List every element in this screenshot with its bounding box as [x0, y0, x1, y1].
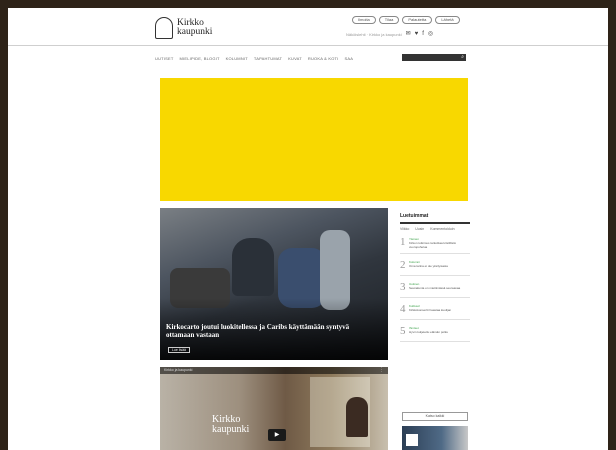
hero-title[interactable]: Kirkocarto joutui luokitellessa ja Carib… — [166, 323, 366, 339]
list-item-number: 5 — [400, 325, 406, 337]
tab-newest[interactable]: Uusin — [415, 227, 424, 231]
nav-item-saa[interactable]: SAA — [345, 56, 354, 61]
instagram-icon[interactable]: ◎ — [428, 30, 433, 38]
list-item[interactable]: 3 Uutinen Seurakunta on miettimässä seur… — [400, 282, 470, 298]
top-button-1[interactable]: Ilmoita — [352, 16, 376, 24]
sidebar-ad-logo — [406, 434, 418, 446]
list-item[interactable]: 5 Ihmiset Hyvin kuljetettu elämän polku — [400, 326, 470, 342]
video-logo-line-2: kaupunki — [212, 424, 250, 435]
top-button-3[interactable]: Palautetta — [402, 16, 433, 24]
heart-icon[interactable]: ♥ — [415, 30, 419, 38]
hero-article[interactable]: Kirkocarto joutui luokitellessa ja Carib… — [160, 208, 388, 360]
nav-item-tapahtumat[interactable]: TAPAHTUMAT — [254, 56, 282, 61]
hero-read-more-button[interactable]: Lue lisää — [168, 347, 190, 353]
play-icon: ▶ — [274, 432, 280, 438]
popular-title: Luetuimmat — [400, 213, 429, 219]
popular-tabs: Viikko Uusin Kommentoiduin — [400, 227, 470, 231]
hero-photo-person-1 — [232, 238, 274, 296]
mail-icon[interactable]: ✉ — [406, 30, 411, 38]
top-buttons: Ilmoita Tilaa Palautetta Lähetä — [352, 16, 460, 24]
page: Kirkko kaupunki Ilmoita Tilaa Palautetta… — [8, 8, 608, 450]
list-item-text[interactable]: Hyvin kuljetettu elämän polku — [409, 330, 470, 334]
search-input[interactable] — [405, 55, 462, 60]
video-top-bar: Kirkko ja kaupunki ⋮ — [160, 367, 388, 374]
nav-item-kolumnit[interactable]: KOLUMNIT — [226, 56, 248, 61]
list-item-text[interactable]: Kirkkokonsertti haastaa kuulijan — [409, 308, 470, 312]
top-button-4[interactable]: Lähetä — [435, 16, 460, 24]
logo-text: Kirkko kaupunki — [177, 18, 213, 37]
logo-line-2: kaupunki — [177, 27, 213, 37]
tab-commented[interactable]: Kommentoiduin — [430, 227, 454, 231]
list-item-number: 1 — [400, 236, 406, 248]
top-button-2[interactable]: Tilaa — [378, 16, 400, 24]
more-icon[interactable]: ⋮ — [379, 367, 384, 373]
show-all-button[interactable]: Katso kaikki — [402, 412, 468, 421]
social-row: Näköislehti · Kirkko ja kaupunki ✉ ♥ f ◎ — [346, 30, 433, 38]
subtext[interactable]: Näköislehti · Kirkko ja kaupunki — [346, 32, 402, 37]
main-nav: UUTISET MIELIPIDE, BLOGIT KOLUMNIT TAPAH… — [155, 56, 353, 61]
list-item[interactable]: 2 Kolumni Oma tarina ei ole yksityisasia — [400, 260, 470, 276]
popular-rule — [400, 222, 470, 224]
header-divider — [8, 45, 608, 46]
facebook-icon[interactable]: f — [422, 30, 424, 38]
nav-item-mielipide[interactable]: MIELIPIDE, BLOGIT — [180, 56, 220, 61]
video-player[interactable]: Kirkko ja kaupunki ⋮ Kirkko kaupunki ▶ — [160, 367, 388, 450]
search-bar: ⌕ — [402, 54, 466, 61]
list-item-number: 4 — [400, 303, 406, 315]
list-item-text[interactable]: Seurakunta on miettimässä seuraavaa — [409, 286, 470, 290]
nav-item-kuvat[interactable]: KUVAT — [288, 56, 302, 61]
popular-sidebar: Luetuimmat Viikko Uusin Kommentoiduin 1 … — [400, 213, 470, 342]
list-item[interactable]: 1 Yleinen Kirkon tutkimus tarkoittaa kri… — [400, 237, 470, 254]
search-icon[interactable]: ⌕ — [461, 55, 464, 60]
list-item-text[interactable]: Oma tarina ei ole yksityisasia — [409, 264, 470, 268]
list-item[interactable]: 4 Kulttuuri Kirkkokonsertti haastaa kuul… — [400, 304, 470, 320]
video-logo: Kirkko kaupunki — [212, 415, 249, 435]
list-item-number: 2 — [400, 259, 406, 271]
site-logo[interactable]: Kirkko kaupunki — [155, 17, 212, 39]
tab-week[interactable]: Viikko — [400, 227, 409, 231]
video-person — [346, 397, 368, 437]
list-item-number: 3 — [400, 281, 406, 293]
nav-item-ruoka[interactable]: RUOKA & KOTI — [308, 56, 339, 61]
ad-banner[interactable] — [160, 78, 468, 201]
list-item-text[interactable]: Kirkon tutkimus tarkoittaa kristillistä … — [409, 241, 470, 249]
play-button[interactable]: ▶ — [268, 429, 286, 441]
sidebar-ad[interactable] — [402, 426, 468, 450]
video-caption[interactable]: Kirkko ja kaupunki — [164, 368, 192, 372]
logo-mark-icon — [155, 17, 173, 39]
nav-item-uutiset[interactable]: UUTISET — [155, 56, 174, 61]
